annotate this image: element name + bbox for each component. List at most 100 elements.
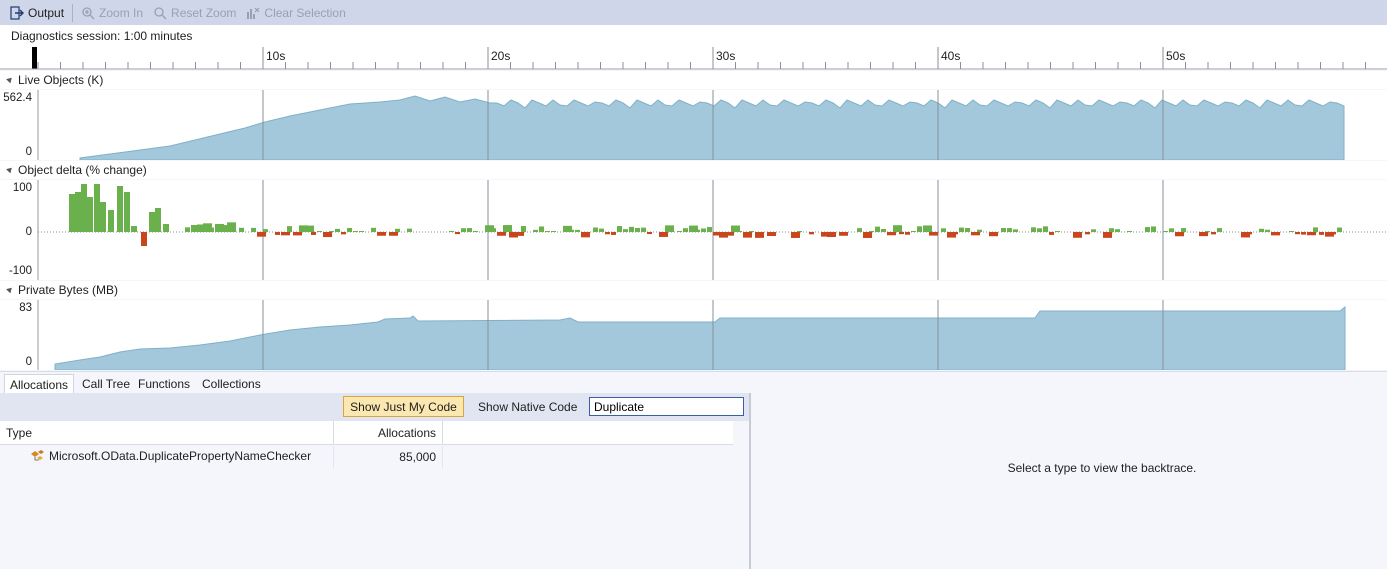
delta-bar	[959, 227, 964, 232]
output-button[interactable]: Output	[6, 2, 68, 23]
delta-bar	[87, 197, 93, 232]
delta-bar	[1295, 232, 1300, 235]
delta-bar	[473, 231, 478, 232]
delta-bar	[1037, 228, 1042, 232]
collapse-triangle-icon[interactable]	[6, 165, 14, 174]
delta-bar	[1181, 228, 1186, 232]
collapse-triangle-icon[interactable]	[6, 75, 14, 84]
delta-bar	[767, 232, 776, 236]
delta-bar	[617, 226, 622, 232]
live-objects-graph[interactable]: 562.4 0	[0, 90, 1387, 160]
object-delta-chart	[37, 180, 1387, 280]
delta-bar	[1205, 231, 1210, 232]
live-objects-title: Live Objects (K)	[18, 73, 104, 87]
delta-bar	[359, 231, 364, 232]
delta-bar	[1115, 229, 1120, 232]
tab-allocations[interactable]: Allocations	[4, 374, 75, 394]
zoom-in-button[interactable]: Zoom In	[77, 2, 147, 23]
private-bytes-title: Private Bytes (MB)	[18, 283, 119, 297]
column-header-allocations[interactable]: Allocations	[333, 421, 443, 445]
delta-bar	[467, 228, 472, 232]
delta-bar	[1163, 231, 1168, 232]
object-delta-graph[interactable]: 100 0 -100	[0, 180, 1387, 280]
delta-bar	[581, 232, 590, 238]
delta-bar	[989, 232, 998, 237]
type-name: Microsoft.OData.DuplicatePropertyNameChe…	[49, 449, 312, 463]
live-objects-area	[79, 95, 1345, 160]
show-just-my-code-button[interactable]: Show Just My Code	[343, 396, 464, 417]
delta-bar	[1337, 227, 1342, 232]
delta-bar	[497, 232, 506, 236]
delta-bar	[629, 226, 634, 232]
timeline-ruler[interactable]: 10s 20s 30s 40s 50s	[0, 45, 1387, 70]
table-row[interactable]: Microsoft.OData.DuplicatePropertyNameChe…	[0, 446, 733, 468]
analysis-tabs: Allocations Call Tree Functions Collecti…	[0, 371, 1387, 394]
tab-functions[interactable]: Functions	[133, 374, 195, 394]
delta-bar	[293, 232, 302, 236]
toolbar: Output Zoom In Reset Zoom Clear Selectio…	[0, 0, 1387, 25]
object-delta-header[interactable]: Object delta (% change)	[0, 161, 1387, 179]
delta-bar	[869, 231, 874, 232]
delta-bar	[117, 186, 123, 232]
delta-bar	[141, 232, 147, 246]
tick-label-10s: 10s	[266, 49, 285, 63]
delta-bar	[155, 208, 161, 232]
delta-bar	[389, 232, 398, 236]
delta-bar	[635, 227, 640, 232]
delta-bar	[839, 232, 848, 236]
live-objects-header[interactable]: Live Objects (K)	[0, 71, 1387, 89]
delta-bar	[725, 232, 734, 236]
delta-bar	[593, 227, 598, 232]
delta-bar	[1073, 232, 1082, 238]
delta-bar	[965, 227, 970, 232]
private-bytes-graph[interactable]: 83 0	[0, 300, 1387, 370]
delta-bar	[647, 232, 652, 235]
delta-bar	[797, 231, 802, 232]
private-bytes-header[interactable]: Private Bytes (MB)	[0, 281, 1387, 299]
zoom-in-label: Zoom In	[99, 5, 144, 20]
delta-bar	[911, 231, 916, 232]
class-icon	[31, 450, 44, 461]
delta-bar	[749, 231, 754, 232]
delta-bar	[1055, 231, 1060, 232]
delta-bar	[100, 202, 106, 232]
delta-bar	[1001, 227, 1006, 232]
delta-bar	[905, 232, 910, 235]
collapse-triangle-icon[interactable]	[6, 285, 14, 294]
delta-bar	[329, 231, 334, 232]
column-header-type[interactable]: Type	[6, 426, 32, 440]
delta-bar	[923, 225, 932, 232]
search-input[interactable]	[589, 397, 744, 416]
filter-bar: Show Just My Code Show Native Code	[0, 393, 749, 421]
delta-bar	[1145, 227, 1150, 232]
delta-bar	[1313, 227, 1318, 232]
playhead-marker	[32, 47, 37, 69]
reset-zoom-icon	[153, 6, 167, 20]
delta-bar	[323, 232, 332, 238]
delta-bar	[1175, 232, 1184, 237]
delta-bar	[75, 192, 81, 232]
delta-bar	[305, 225, 314, 232]
delta-bar	[971, 232, 980, 236]
delta-bar	[1211, 232, 1216, 235]
reset-zoom-button[interactable]: Reset Zoom	[149, 2, 240, 23]
show-native-code-button[interactable]: Show Native Code	[470, 396, 585, 417]
tab-call-tree[interactable]: Call Tree	[77, 374, 135, 394]
delta-bar	[1199, 232, 1208, 237]
delta-bar	[1085, 232, 1090, 235]
output-icon	[10, 5, 24, 20]
delta-bar	[317, 231, 322, 232]
delta-bar	[623, 229, 628, 232]
delta-bar	[1289, 231, 1294, 232]
delta-bar	[395, 228, 400, 232]
delta-bar	[1247, 232, 1252, 235]
delta-bar	[611, 232, 616, 235]
allocations-cell: 85,000	[333, 446, 443, 468]
delta-bar	[755, 232, 764, 238]
clear-selection-button[interactable]: Clear Selection	[242, 2, 349, 23]
delta-bar	[185, 227, 190, 232]
tab-collections[interactable]: Collections	[197, 374, 266, 394]
tick-label-40s: 40s	[941, 49, 960, 63]
private-bytes-area	[54, 305, 1346, 370]
clear-selection-label: Clear Selection	[264, 5, 346, 20]
